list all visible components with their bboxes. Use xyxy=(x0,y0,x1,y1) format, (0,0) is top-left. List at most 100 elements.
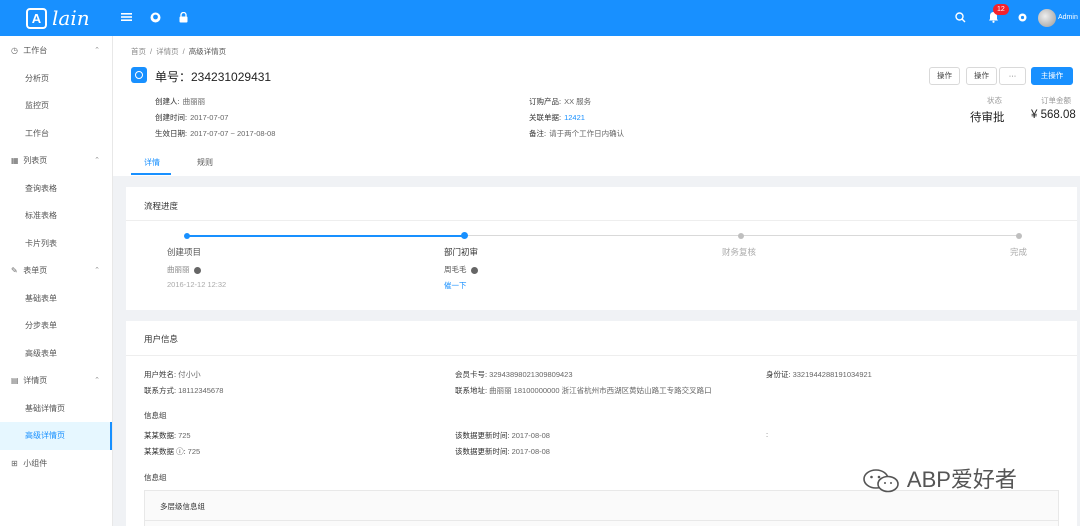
info-value: 2017-08-08 xyxy=(511,447,550,456)
info-value: 725 xyxy=(178,431,191,440)
sidebar-item-basic-profile[interactable]: 基础详情页 xyxy=(0,395,112,423)
info-empty-item: : xyxy=(766,430,769,439)
desc-label: 创建人: xyxy=(155,97,180,106)
appstore-icon: ⊞ xyxy=(11,458,18,468)
info-label: 某某数据 ⓘ: xyxy=(144,447,186,456)
desc-value: XX 服务 xyxy=(564,97,592,106)
desc-label: 生效日期: xyxy=(155,129,188,138)
chevron-up-icon: ⌃ xyxy=(94,47,100,54)
info-user-name: 用户姓名: 付小小 xyxy=(144,369,201,380)
dashboard-icon: ◷ xyxy=(11,46,18,55)
sidebar-group-list[interactable]: ▦ 列表页 ⌃ xyxy=(0,147,112,175)
sidebar-item-card-list[interactable]: 卡片列表 xyxy=(0,230,112,258)
primary-action-button[interactable]: 主操作 xyxy=(1031,67,1073,85)
info-data-2: 某某数据 ⓘ: 725 xyxy=(144,446,200,457)
user-name[interactable]: Admin xyxy=(1058,14,1078,21)
search-icon[interactable] xyxy=(955,12,966,26)
status-value: 待审批 xyxy=(970,112,1005,124)
info-value: 曲丽丽 18100000000 浙江省杭州市西湖区黄姑山路工专路交叉路口 xyxy=(489,386,712,395)
sidebar-group-profile[interactable]: ▤ 详情页 ⌃ xyxy=(0,367,112,395)
step-dot-1 xyxy=(184,233,190,239)
table-icon: ▦ xyxy=(11,156,19,165)
chevron-up-icon: ⌃ xyxy=(94,157,100,164)
step-title-3: 财务复核 xyxy=(722,247,757,257)
info-label: 会员卡号: xyxy=(455,370,488,379)
info-id-card: 身份证: 3321944288191034921 xyxy=(766,369,872,380)
sidebar-group-label: 详情页 xyxy=(23,376,48,385)
sidebar-item-analysis[interactable]: 分析页 xyxy=(0,65,112,93)
breadcrumb-current: 高级详情页 xyxy=(188,47,227,56)
info-label: 该数据更新时间: xyxy=(455,431,510,440)
sidebar-group-form[interactable]: ✎ 表单页 ⌃ xyxy=(0,257,112,285)
menu-icon[interactable] xyxy=(121,12,132,25)
sidebar-item-advanced-profile[interactable]: 高级详情页 xyxy=(0,422,112,450)
amount-label: 订单金额 xyxy=(1041,96,1071,105)
info-group-title-2: 信息组 xyxy=(144,473,167,482)
multi-level-title: 多层级信息组 xyxy=(160,502,205,511)
related-order-link[interactable]: 12421 xyxy=(564,113,585,122)
desc-creator: 创建人: 曲丽丽 xyxy=(155,96,205,107)
step-line-done xyxy=(187,235,465,237)
edit-icon: ✎ xyxy=(11,266,18,275)
sidebar-item-workplace[interactable]: 工作台 xyxy=(0,120,112,148)
lock-icon[interactable] xyxy=(179,11,188,26)
sidebar-item-step-form[interactable]: 分步表单 xyxy=(0,312,112,340)
info-value: 725 xyxy=(187,447,201,456)
amount-value: ¥ 568.08 xyxy=(1031,109,1076,121)
step-person-name: 周毛毛 xyxy=(444,265,467,274)
sidebar-group-label: 列表页 xyxy=(23,156,48,165)
more-button[interactable]: ··· xyxy=(999,67,1026,85)
step-title-1: 创建项目 xyxy=(167,247,202,257)
avatar[interactable] xyxy=(1038,9,1056,27)
info-label: 用户姓名: xyxy=(144,370,177,379)
urge-link[interactable]: 催一下 xyxy=(444,280,467,291)
step-dot-2 xyxy=(461,232,468,239)
desc-value: 2017-07-07 ~ 2017-08-08 xyxy=(190,129,276,138)
step-title-2: 部门初审 xyxy=(444,247,479,257)
info-label: 联系地址: xyxy=(455,386,488,395)
info-label: 该数据更新时间: xyxy=(455,447,510,456)
action-button-2[interactable]: 操作 xyxy=(966,67,997,85)
step-time-1: 2016-12-12 12:32 xyxy=(167,280,227,289)
desc-value: 请于两个工作日内确认 xyxy=(549,129,625,138)
sidebar-item-monitor[interactable]: 监控页 xyxy=(0,92,112,120)
step-title-4: 完成 xyxy=(1010,247,1028,257)
sidebar-item-standard-table[interactable]: 标准表格 xyxy=(0,202,112,230)
info-label: 身份证: xyxy=(766,370,791,379)
info-address: 联系地址: 曲丽丽 18100000000 浙江省杭州市西湖区黄姑山路工专路交叉路… xyxy=(455,385,712,396)
sidebar-item-query-table[interactable]: 查询表格 xyxy=(0,175,112,203)
profile-icon: ▤ xyxy=(11,376,19,385)
step-person-2: 周毛毛 xyxy=(444,264,478,275)
tab-rules[interactable]: 规则 xyxy=(197,157,213,168)
sidebar-item-advanced-form[interactable]: 高级表单 xyxy=(0,340,112,368)
desc-value: 曲丽丽 xyxy=(182,97,206,106)
multi-level-group-card: 多层级信息组 xyxy=(144,490,1059,526)
desc-remark: 备注: 请于两个工作日内确认 xyxy=(529,128,624,139)
sidebar-group-widgets[interactable]: ⊞ 小组件 xyxy=(0,450,112,478)
step-person-1: 曲丽丽 xyxy=(167,264,201,275)
app-logo[interactable]: A lain xyxy=(26,6,90,30)
sidebar-item-basic-form[interactable]: 基础表单 xyxy=(0,285,112,313)
github-icon[interactable] xyxy=(150,12,161,26)
info-value: 3321944288191034921 xyxy=(792,370,872,379)
divider xyxy=(126,355,1077,356)
info-value: 32943898021309809423 xyxy=(489,370,573,379)
desc-label: 备注: xyxy=(529,129,547,138)
page-title: 单号：234231029431 xyxy=(155,70,272,84)
user-info-title: 用户信息 xyxy=(144,334,179,344)
gear-icon[interactable] xyxy=(1017,12,1028,26)
watermark-text: ABP爱好者 xyxy=(906,467,1017,492)
info-update-1: 该数据更新时间: 2017-08-08 xyxy=(455,430,550,441)
breadcrumb-profile[interactable]: 详情页 xyxy=(156,47,179,56)
notification-badge: 12 xyxy=(993,4,1009,15)
info-value: 2017-08-08 xyxy=(511,431,550,440)
breadcrumb-home[interactable]: 首页 xyxy=(131,47,146,56)
wechat-icon xyxy=(863,469,899,493)
step-person-name: 曲丽丽 xyxy=(167,265,190,274)
notification-button[interactable]: 12 xyxy=(988,4,1009,25)
tab-detail[interactable]: 详情 xyxy=(144,157,160,168)
sidebar-group-dashboard[interactable]: ◷ 工作台 ⌃ xyxy=(0,37,112,65)
action-button-1[interactable]: 操作 xyxy=(929,67,960,85)
tab-ink-bar xyxy=(131,173,171,175)
step-dot-4 xyxy=(1016,233,1022,239)
